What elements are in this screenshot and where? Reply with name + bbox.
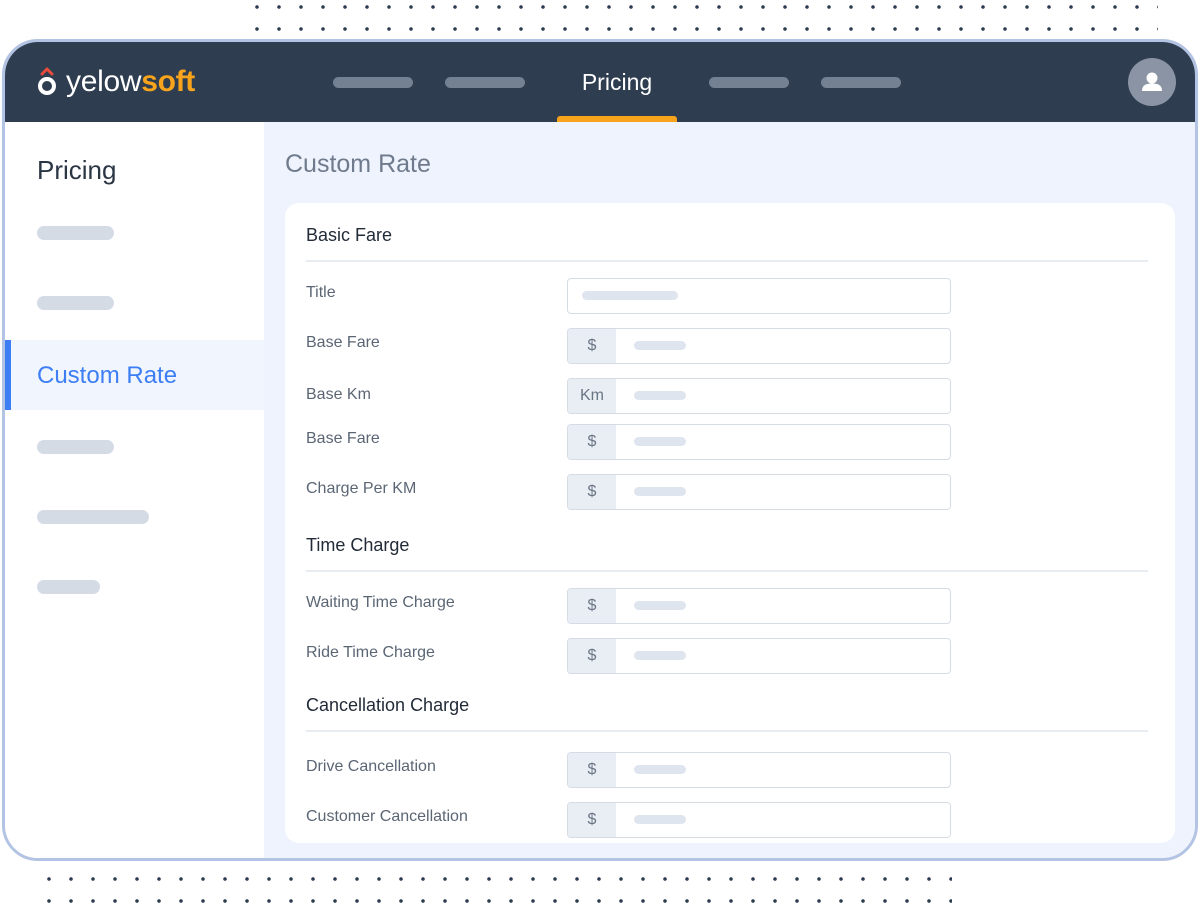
sidebar-item-label: Custom Rate xyxy=(37,362,178,389)
custom-rate-form: Basic Fare Title Base Fare $ Base Km Km … xyxy=(285,203,1175,843)
section-title-cancellation-charge: Cancellation Charge xyxy=(306,695,470,715)
nav-item-placeholder[interactable] xyxy=(821,77,901,88)
input-value-placeholder xyxy=(582,291,678,300)
dot-pattern-top xyxy=(246,0,1158,36)
sidebar-item-placeholder[interactable] xyxy=(37,510,149,524)
field-label-base-km: Base Km xyxy=(306,386,371,403)
input-value-placeholder xyxy=(634,765,686,774)
nav-item-label: Pricing xyxy=(581,68,653,95)
customer-cancellation-input[interactable]: $ xyxy=(567,802,951,838)
yelowsoft-logo-mark-icon xyxy=(38,67,56,95)
currency-prefix: $ xyxy=(568,589,616,623)
base-fare-input[interactable]: $ xyxy=(567,424,951,460)
unit-prefix: Km xyxy=(568,379,616,413)
input-value-placeholder xyxy=(634,437,686,446)
user-icon xyxy=(1142,72,1162,91)
top-navigation-bar: yelowsoft Pricing xyxy=(5,42,1195,122)
waiting-time-charge-input[interactable]: $ xyxy=(567,588,951,624)
field-label-charge-per-km: Charge Per KM xyxy=(306,480,417,497)
field-label-drive-cancellation: Drive Cancellation xyxy=(306,758,436,775)
nav-item-placeholder[interactable] xyxy=(709,77,789,88)
sidebar-item-custom-rate[interactable]: Custom Rate xyxy=(5,340,264,410)
section-title-basic-fare: Basic Fare xyxy=(306,225,393,245)
section-divider xyxy=(306,730,1148,732)
currency-prefix: $ xyxy=(568,329,616,363)
app-window: yelowsoft Pricing Pricing Custom Rate Cu… xyxy=(2,39,1198,861)
logo-text: yelowsoft xyxy=(66,65,195,98)
dot-pattern-bottom xyxy=(38,868,952,904)
title-input[interactable] xyxy=(567,278,951,314)
sidebar-item-placeholder[interactable] xyxy=(37,296,114,310)
active-item-indicator xyxy=(5,340,11,410)
input-value-placeholder xyxy=(634,651,686,660)
sidebar-item-placeholder[interactable] xyxy=(37,440,114,454)
ride-time-charge-input[interactable]: $ xyxy=(567,638,951,674)
base-km-input[interactable]: Km xyxy=(567,378,951,414)
drive-cancellation-input[interactable]: $ xyxy=(567,752,951,788)
nav-item-placeholder[interactable] xyxy=(333,77,413,88)
field-label-ride-time-charge: Ride Time Charge xyxy=(306,644,435,661)
input-value-placeholder xyxy=(634,487,686,496)
input-value-placeholder xyxy=(634,341,686,350)
sidebar-item-placeholder[interactable] xyxy=(37,226,114,240)
section-divider xyxy=(306,570,1148,572)
currency-prefix: $ xyxy=(568,639,616,673)
main-content: Custom Rate Basic Fare Title Base Fare $… xyxy=(264,122,1195,858)
nav-item-pricing[interactable]: Pricing xyxy=(557,42,677,122)
nav-item-placeholder[interactable] xyxy=(445,77,525,88)
base-fare-input[interactable]: $ xyxy=(567,328,951,364)
field-label-base-fare: Base Fare xyxy=(306,334,380,351)
section-divider xyxy=(306,260,1148,262)
charge-per-km-input[interactable]: $ xyxy=(567,474,951,510)
field-label-base-fare: Base Fare xyxy=(306,430,380,447)
currency-prefix: $ xyxy=(568,425,616,459)
section-title-time-charge: Time Charge xyxy=(306,535,410,555)
field-label-title: Title xyxy=(306,284,336,301)
page-title: Custom Rate xyxy=(285,150,431,178)
field-label-customer-cancellation: Customer Cancellation xyxy=(306,808,468,825)
sidebar-item-placeholder[interactable] xyxy=(37,580,100,594)
input-value-placeholder xyxy=(634,391,686,400)
currency-prefix: $ xyxy=(568,753,616,787)
user-avatar-button[interactable] xyxy=(1128,58,1176,106)
sidebar-title: Pricing xyxy=(37,155,117,185)
sidebar: Pricing Custom Rate xyxy=(5,122,264,858)
logo[interactable]: yelowsoft xyxy=(35,64,195,100)
input-value-placeholder xyxy=(634,815,686,824)
currency-prefix: $ xyxy=(568,475,616,509)
field-label-waiting-time-charge: Waiting Time Charge xyxy=(306,594,455,611)
input-value-placeholder xyxy=(634,601,686,610)
currency-prefix: $ xyxy=(568,803,616,837)
